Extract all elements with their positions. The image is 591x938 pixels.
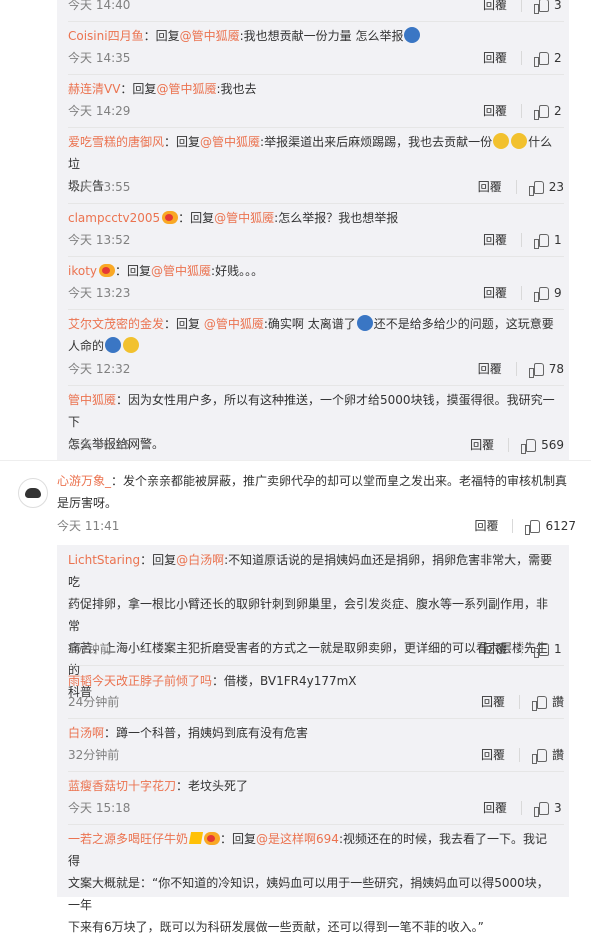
- like-icon[interactable]: [534, 0, 549, 14]
- mention-link[interactable]: @管中狐魇: [180, 29, 240, 43]
- comment-meta: 今天 15:18 回覆 3: [68, 798, 564, 818]
- emoji-icon: [493, 133, 510, 149]
- user-link[interactable]: clampcctv2005: [68, 211, 160, 225]
- emoji-icon: [105, 337, 122, 353]
- comment-meta: 今天 13:23 回覆 9: [68, 283, 564, 303]
- mention-link[interactable]: @管中狐魇: [151, 264, 211, 278]
- like-icon[interactable]: [528, 180, 544, 196]
- comment-meta: 今天 14:40 回覆 3: [68, 0, 564, 15]
- reply-button[interactable]: 回覆: [474, 516, 498, 536]
- emoji-icon: [356, 315, 373, 331]
- mention-link[interactable]: @管中狐魇: [204, 317, 264, 331]
- reply-item: clampcctv2005 ：回复@管中狐魇:怎么举报？我也想举报: [68, 211, 399, 225]
- reply-button[interactable]: 回覆: [483, 101, 507, 121]
- like-icon[interactable]: [525, 519, 541, 535]
- user-link[interactable]: 一若之源多喝旺仔牛奶: [68, 832, 188, 846]
- user-link[interactable]: 白汤啊: [68, 726, 104, 740]
- reply-button[interactable]: 回覆: [478, 359, 502, 379]
- reply-item: 白汤啊：蹲一个科普，捐姨妈到底有没有危害: [68, 726, 309, 740]
- main-comment: 心游万象_：发个亲亲都能被屏蔽，推广卖卵代孕的却可以堂而皇之发出来。老福特的审核…: [57, 474, 568, 510]
- comment-meta: 今天 12:32 回覆 78: [68, 359, 564, 379]
- reply-item: 艾尔文茂密的金发：回复 @管中狐魇:确实啊 太离谱了 还不是给多给少的问题，这玩意…: [68, 315, 554, 353]
- reply-button[interactable]: 回覆: [483, 48, 507, 68]
- reply-item: 赫连清VV：回复@管中狐魇:我也去: [68, 82, 257, 96]
- comment-meta: 今天 11:41 回覆 6127: [57, 516, 576, 536]
- mention-link[interactable]: @管中狐魇: [156, 82, 216, 96]
- like-icon[interactable]: [531, 695, 547, 711]
- user-link[interactable]: 心游万象_: [57, 474, 111, 488]
- reply-item: 蓝瘦香菇切十字花刀：老坟头死了: [68, 779, 249, 793]
- comment-meta: 今天 13:55 回覆 23: [68, 177, 564, 197]
- comment-meta: 1分钟前 回覆 1: [68, 639, 564, 659]
- comment-time: 今天 14:40: [68, 0, 131, 12]
- divider: [0, 460, 591, 461]
- avatar[interactable]: [18, 478, 48, 508]
- reply-item: ikoty ：回复@管中狐魇:好贱。。。: [68, 264, 264, 278]
- user-link[interactable]: Coisini四月鱼: [68, 29, 144, 43]
- reply-button[interactable]: 回覆: [481, 745, 505, 765]
- like-icon[interactable]: [534, 104, 549, 120]
- like-icon[interactable]: [531, 748, 547, 764]
- like-icon[interactable]: [534, 286, 549, 302]
- reply-button[interactable]: 回覆: [483, 0, 507, 15]
- comment-meta: 今天 14:29 回覆 2: [68, 101, 564, 121]
- mention-link[interactable]: @管中狐魇: [200, 135, 260, 149]
- mention-link[interactable]: @是这样啊694: [256, 832, 339, 846]
- user-link[interactable]: 艾尔文茂密的金发: [68, 317, 164, 331]
- user-link[interactable]: 赫连清VV: [68, 82, 120, 96]
- emoji-icon: [511, 133, 528, 149]
- like-icon[interactable]: [534, 642, 549, 658]
- reply-item: Coisini四月鱼：回复@管中狐魇:我也想贡献一份力量 怎么举报: [68, 25, 558, 47]
- user-link[interactable]: 爱吃雪糕的唐御风: [68, 135, 164, 149]
- like-icon[interactable]: [534, 51, 549, 67]
- mention-link[interactable]: @管中狐魇: [214, 211, 274, 225]
- like-icon[interactable]: [534, 801, 549, 817]
- like-icon[interactable]: [534, 233, 549, 249]
- comment-meta: 今天 00:25 回覆 569: [68, 435, 564, 455]
- badge-icon: [204, 832, 221, 845]
- emoji-icon: [123, 337, 140, 353]
- reply-button[interactable]: 回覆: [478, 177, 502, 197]
- like-icon[interactable]: [528, 362, 544, 378]
- reply-button[interactable]: 回覆: [483, 283, 507, 303]
- comment-meta: 32分钟前 回覆讚: [68, 745, 564, 765]
- user-link[interactable]: 雨韬今天改正脖子前倾了吗: [68, 674, 212, 688]
- comment-meta: 24分钟前 回覆讚: [68, 692, 564, 712]
- like-count: 3: [554, 0, 562, 12]
- user-link[interactable]: 蓝瘦香菇切十字花刀: [68, 779, 176, 793]
- reply-item: 雨韬今天改正脖子前倾了吗：借楼，BV1FR4y177mX: [68, 674, 357, 688]
- reply-button[interactable]: 回覆: [481, 692, 505, 712]
- user-link[interactable]: ikoty: [68, 264, 97, 278]
- vip-icon: [188, 832, 204, 844]
- reply-button[interactable]: 回覆: [470, 435, 494, 455]
- comment-meta: 今天 13:52 回覆 1: [68, 230, 564, 250]
- comment-meta: 今天 14:35 回覆 2: [68, 48, 564, 68]
- badge-icon: [162, 211, 179, 224]
- like-icon[interactable]: [521, 438, 537, 454]
- emoji-icon: [404, 27, 421, 43]
- user-link[interactable]: 管中狐魇: [68, 393, 116, 407]
- reply-button[interactable]: 回覆: [483, 639, 507, 659]
- reply-button[interactable]: 回覆: [483, 798, 507, 818]
- user-link[interactable]: LichtStaring: [68, 553, 140, 567]
- mention-link[interactable]: @白汤啊: [176, 553, 224, 567]
- badge-icon: [99, 264, 116, 277]
- reply-button[interactable]: 回覆: [483, 230, 507, 250]
- reply-item: 一若之源多喝旺仔牛奶 ：回复@是这样啊694:视频还在的时候，我去看了一下。我记得…: [68, 832, 549, 934]
